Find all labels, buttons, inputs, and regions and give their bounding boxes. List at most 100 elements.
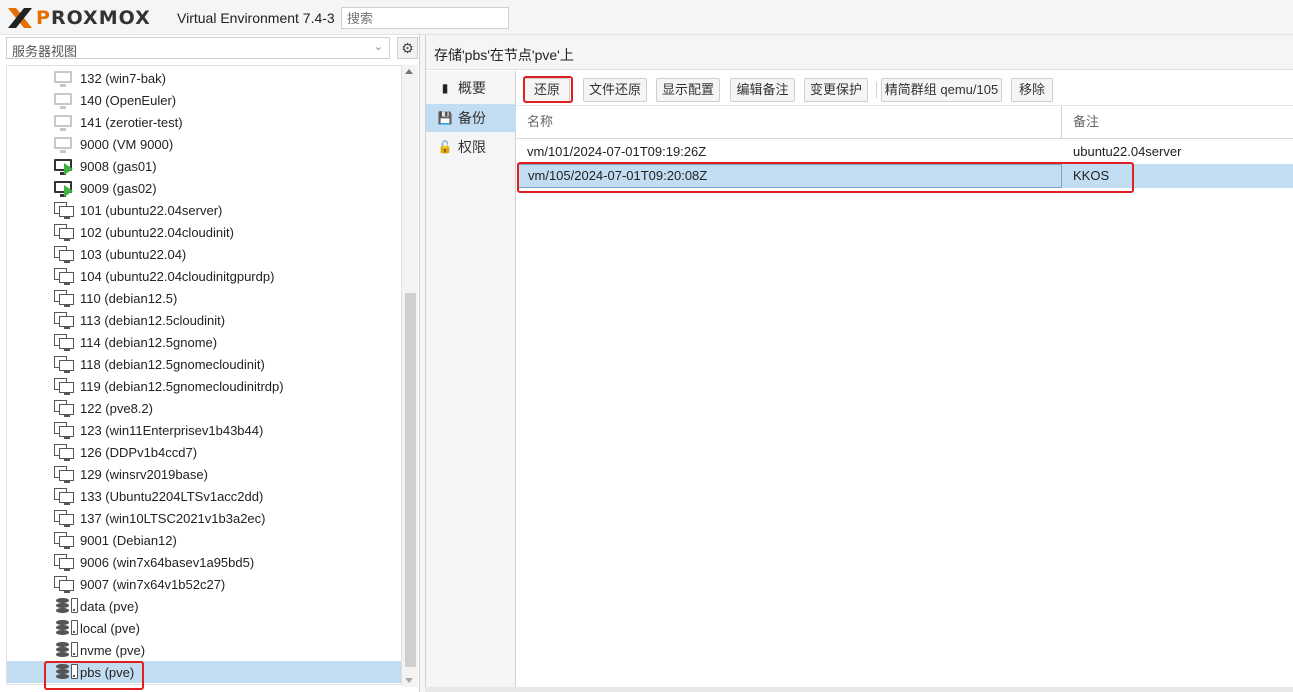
- tree-item[interactable]: 9001 (Debian12): [7, 529, 401, 551]
- tree-item[interactable]: data (pve): [7, 595, 401, 617]
- tab-summary[interactable]: ▮ 概要: [426, 74, 516, 102]
- template-front-icon: [59, 558, 74, 569]
- tree-item[interactable]: 126 (DDPv1b4ccd7): [7, 441, 401, 463]
- tree-item-label: 123 (win11Enterprisev1b43b44): [80, 422, 264, 438]
- tree-item[interactable]: 129 (winsrv2019base): [7, 463, 401, 485]
- tree-item[interactable]: 110 (debian12.5): [7, 287, 401, 309]
- disk-icon: [71, 664, 78, 679]
- backup-toolbar: 还原 文件还原 显示配置 编辑备注 变更保护 精简群组 qemu/105 移除: [517, 71, 1293, 105]
- bottom-splitter[interactable]: [425, 687, 1293, 692]
- tree-item-label: 110 (debian12.5): [80, 290, 178, 306]
- search-input[interactable]: [341, 7, 509, 29]
- template-icon: [53, 553, 79, 571]
- backup-name-cell: vm/105/2024-07-01T09:20:08Z: [517, 164, 1062, 188]
- tree-item[interactable]: 103 (ubuntu22.04): [7, 243, 401, 265]
- template-front-icon: [59, 206, 74, 217]
- unlock-icon: 🔓: [437, 140, 453, 154]
- database-icon: [56, 598, 69, 614]
- edit-notes-button[interactable]: 编辑备注: [730, 78, 795, 102]
- database-icon: [56, 664, 69, 680]
- tree-item-label: 9006 (win7x64basev1a95bd5): [80, 554, 255, 570]
- floppy-icon: 💾: [437, 111, 453, 125]
- gear-icon[interactable]: ⚙: [397, 37, 418, 59]
- resource-tree-panel: 服务器视图 ⌄ ⚙ 132 (win7-bak) 140 (OpenEuler) 1…: [0, 35, 420, 692]
- table-row[interactable]: vm/101/2024-07-01T09:19:26Z ubuntu22.04s…: [517, 140, 1293, 164]
- tree-item[interactable]: 104 (ubuntu22.04cloudinitgpurdp): [7, 265, 401, 287]
- tree-item-label: 122 (pve8.2): [80, 400, 153, 416]
- table-row[interactable]: vm/105/2024-07-01T09:20:08Z KKOS: [517, 164, 1293, 188]
- tab-backups[interactable]: 💾 备份: [426, 104, 516, 132]
- tree-item-label: 9008 (gas01): [80, 158, 157, 174]
- tree-item-label: 103 (ubuntu22.04): [80, 246, 187, 262]
- monitor-icon: [54, 71, 72, 87]
- tree-item[interactable]: 133 (Ubuntu2204LTSv1acc2dd): [7, 485, 401, 507]
- resource-tree: 132 (win7-bak) 140 (OpenEuler) 141 (zeroti…: [6, 65, 402, 685]
- tree-item[interactable]: 114 (debian12.5gnome): [7, 331, 401, 353]
- template-front-icon: [59, 404, 74, 415]
- tree-item-label: data (pve): [80, 598, 139, 614]
- vm-stopped-icon: [53, 69, 79, 87]
- logo-wordmark: PROXMOX: [36, 7, 151, 29]
- template-icon: [53, 399, 79, 417]
- column-header-notes[interactable]: 备注: [1063, 106, 1293, 139]
- template-front-icon: [59, 382, 74, 393]
- tree-item-label: 119 (debian12.5gnomecloudinitrdp): [80, 378, 284, 394]
- tree-item[interactable]: 9008 (gas01): [7, 155, 401, 177]
- template-front-icon: [59, 272, 74, 283]
- monitor-icon: [54, 93, 72, 109]
- tree-item[interactable]: 101 (ubuntu22.04server): [7, 199, 401, 221]
- tree-item-label: 104 (ubuntu22.04cloudinitgpurdp): [80, 268, 275, 284]
- template-icon: [53, 487, 79, 505]
- disk-icon: [71, 598, 78, 613]
- tree-item[interactable]: 122 (pve8.2): [7, 397, 401, 419]
- restore-button[interactable]: 还原: [524, 78, 570, 102]
- tree-item[interactable]: 9009 (gas02): [7, 177, 401, 199]
- column-header-name[interactable]: 名称: [517, 106, 1062, 139]
- tree-item[interactable]: 9007 (win7x64v1b52c27): [7, 573, 401, 595]
- tree-item[interactable]: 141 (zerotier-test): [7, 111, 401, 133]
- tree-item[interactable]: 119 (debian12.5gnomecloudinitrdp): [7, 375, 401, 397]
- scrollbar-thumb[interactable]: [405, 293, 416, 667]
- database-icon: [56, 620, 69, 636]
- file-restore-button[interactable]: 文件还原: [583, 78, 647, 102]
- tree-item[interactable]: nvme (pve): [7, 639, 401, 661]
- tree-item-label: 101 (ubuntu22.04server): [80, 202, 223, 218]
- tree-item[interactable]: 123 (win11Enterprisev1b43b44): [7, 419, 401, 441]
- tree-item-label: 126 (DDPv1b4ccd7): [80, 444, 198, 460]
- template-icon: [53, 531, 79, 549]
- template-icon: [53, 201, 79, 219]
- storage-icon: [53, 597, 79, 615]
- view-select[interactable]: 服务器视图 ⌄: [6, 37, 390, 59]
- tree-item[interactable]: 102 (ubuntu22.04cloudinit): [7, 221, 401, 243]
- tree-item[interactable]: 9006 (win7x64basev1a95bd5): [7, 551, 401, 573]
- change-protection-button[interactable]: 变更保护: [804, 78, 868, 102]
- toolbar-separator: [876, 82, 877, 98]
- remove-button[interactable]: 移除: [1011, 78, 1053, 102]
- proxmox-logo[interactable]: PROXMOX: [6, 6, 151, 30]
- vm-running-icon: [53, 179, 79, 197]
- prune-group-button[interactable]: 精简群组 qemu/105: [881, 78, 1002, 102]
- tree-item[interactable]: 140 (OpenEuler): [7, 89, 401, 111]
- tab-permissions[interactable]: 🔓 权限: [426, 133, 516, 161]
- tree-item[interactable]: pbs (pve): [7, 661, 401, 683]
- scroll-up-arrow-icon[interactable]: [405, 69, 413, 74]
- monitor-icon: [54, 137, 72, 153]
- tree-item-label: 137 (win10LTSC2021v1b3a2ec): [80, 510, 266, 526]
- tree-item[interactable]: 118 (debian12.5gnomecloudinit): [7, 353, 401, 375]
- tree-item[interactable]: 132 (win7-bak): [7, 67, 401, 89]
- show-config-button[interactable]: 显示配置: [656, 78, 720, 102]
- tree-scrollbar[interactable]: [402, 65, 418, 687]
- running-play-icon: [64, 163, 73, 175]
- template-icon: [53, 575, 79, 593]
- tree-item[interactable]: 9000 (VM 9000): [7, 133, 401, 155]
- scroll-down-arrow-icon[interactable]: [405, 678, 413, 683]
- template-icon: [53, 377, 79, 395]
- tab-summary-label: 概要: [458, 80, 486, 96]
- tree-item-label: pbs (pve): [80, 664, 135, 680]
- book-icon: ▮: [441, 81, 449, 95]
- tree-item[interactable]: 113 (debian12.5cloudinit): [7, 309, 401, 331]
- tree-item[interactable]: 137 (win10LTSC2021v1b3a2ec): [7, 507, 401, 529]
- top-bar: PROXMOX Virtual Environment 7.4-3: [0, 0, 1293, 35]
- tree-item[interactable]: local (pve): [7, 617, 401, 639]
- template-icon: [53, 509, 79, 527]
